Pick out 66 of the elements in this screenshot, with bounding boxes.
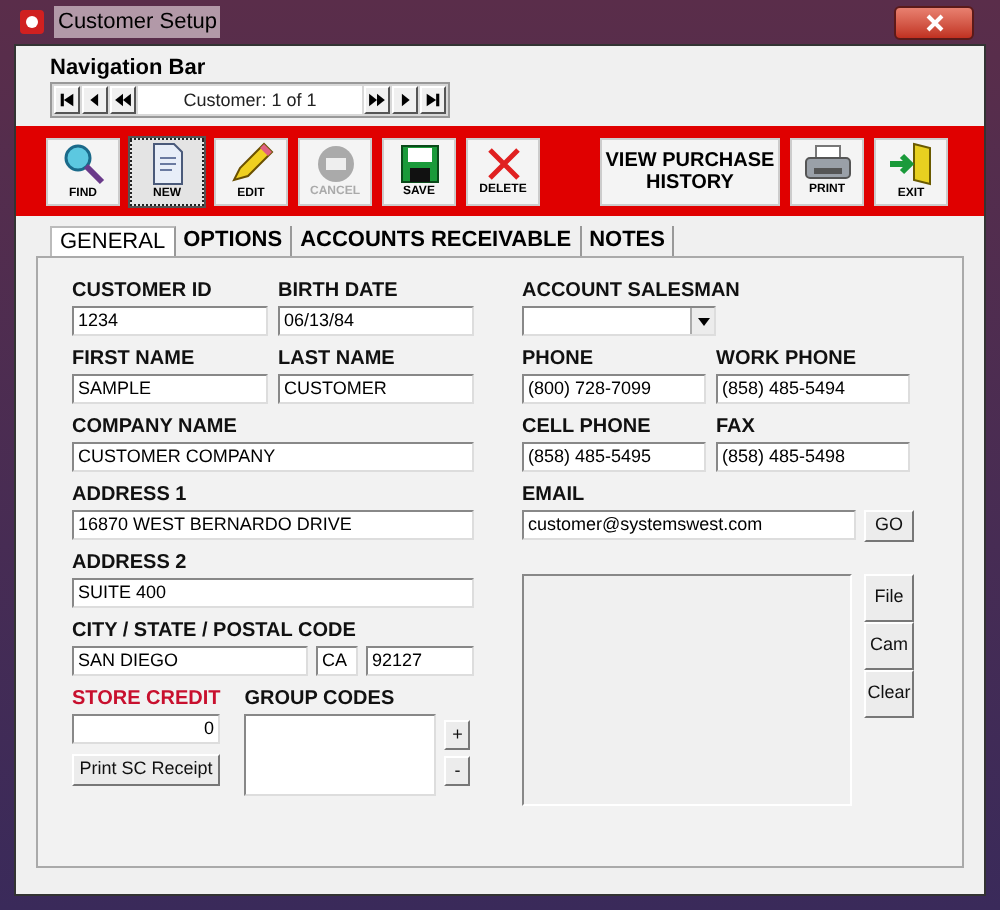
text-field[interactable]: SAMPLE bbox=[72, 374, 268, 404]
text-field[interactable]: 0 bbox=[72, 714, 220, 744]
text-field[interactable]: 06/13/84 bbox=[278, 306, 474, 336]
tab[interactable]: GENERAL bbox=[50, 226, 176, 256]
text-field[interactable]: SAN DIEGO bbox=[72, 646, 308, 676]
printer-icon bbox=[801, 144, 853, 184]
text-field[interactable]: CUSTOMER COMPANY bbox=[72, 442, 474, 472]
first-record-icon bbox=[56, 88, 78, 112]
photo-button[interactable]: Cam bbox=[864, 622, 914, 670]
field-label: ADDRESS 2 bbox=[72, 552, 189, 576]
text-field[interactable]: 16870 WEST BERNARDO DRIVE bbox=[72, 510, 474, 540]
text-field[interactable]: customer@systemswest.com bbox=[522, 510, 856, 540]
field-label: PHONE bbox=[522, 348, 596, 372]
text-field[interactable]: (858) 485-5498 bbox=[716, 442, 910, 472]
group-codes-list[interactable] bbox=[244, 714, 437, 796]
navigation-bar-title: Navigation Bar bbox=[50, 56, 208, 82]
window-title: Customer Setup bbox=[54, 5, 221, 39]
document-icon bbox=[147, 140, 187, 188]
record-counter: Customer: 1 of 1 bbox=[138, 86, 362, 114]
text-field[interactable]: 92127 bbox=[366, 646, 474, 676]
last-record-icon bbox=[422, 88, 444, 112]
app-icon bbox=[18, 8, 46, 36]
photo-button[interactable]: Clear bbox=[864, 670, 914, 718]
field-label: CUSTOMER ID bbox=[72, 280, 214, 304]
close-button[interactable] bbox=[894, 5, 974, 39]
text-field[interactable]: 1234 bbox=[72, 306, 268, 336]
add-button[interactable]: + bbox=[444, 720, 471, 750]
field-label: LAST NAME bbox=[278, 348, 397, 372]
magnifier-icon bbox=[59, 140, 107, 188]
field-label: ADDRESS 1 bbox=[72, 484, 189, 508]
fast-forward-icon bbox=[366, 88, 388, 112]
nav-button[interactable] bbox=[392, 86, 418, 114]
field-label: STORE CREDIT bbox=[72, 688, 221, 712]
text-field[interactable]: (858) 485-5494 bbox=[716, 374, 910, 404]
text-field[interactable]: SUITE 400 bbox=[72, 578, 474, 608]
print-receipt-button[interactable]: Print SC Receipt bbox=[72, 754, 220, 786]
field-label: CELL PHONE bbox=[522, 416, 653, 440]
text-field[interactable]: (800) 728-7099 bbox=[522, 374, 706, 404]
field-label: GROUP CODES bbox=[244, 688, 397, 712]
x-icon bbox=[483, 144, 523, 184]
nav-button[interactable] bbox=[54, 86, 80, 114]
rewind-icon bbox=[112, 88, 134, 112]
field-label: FAX bbox=[716, 416, 757, 440]
field-label: ACCOUNT SALESMAN bbox=[522, 280, 742, 304]
text-field[interactable]: (858) 485-5495 bbox=[522, 442, 706, 472]
text-field[interactable]: CA bbox=[316, 646, 358, 676]
dropdown-arrow-icon bbox=[697, 317, 709, 325]
text-field[interactable]: CUSTOMER bbox=[278, 374, 474, 404]
exit-door-icon bbox=[885, 140, 937, 188]
field-label: CITY / STATE / POSTAL CODE bbox=[72, 620, 358, 644]
remove-button[interactable]: - bbox=[444, 756, 471, 786]
field-label: EMAIL bbox=[522, 484, 587, 508]
field-label: FIRST NAME bbox=[72, 348, 197, 372]
nav-button[interactable] bbox=[364, 86, 390, 114]
toolbar-button[interactable]: VIEW PURCHASE HISTORY bbox=[600, 137, 780, 205]
close-icon bbox=[925, 13, 943, 31]
field-label: COMPANY NAME bbox=[72, 416, 239, 440]
field-label: WORK PHONE bbox=[716, 348, 858, 372]
photo-button[interactable]: File bbox=[864, 574, 914, 622]
field-label: BIRTH DATE bbox=[278, 280, 400, 304]
cancel-circle-icon bbox=[313, 142, 357, 186]
go-button[interactable]: GO bbox=[864, 510, 914, 542]
nav-button[interactable] bbox=[420, 86, 446, 114]
salesman-dropdown[interactable] bbox=[522, 306, 716, 336]
nav-button[interactable] bbox=[82, 86, 108, 114]
nav-button[interactable] bbox=[110, 86, 136, 114]
